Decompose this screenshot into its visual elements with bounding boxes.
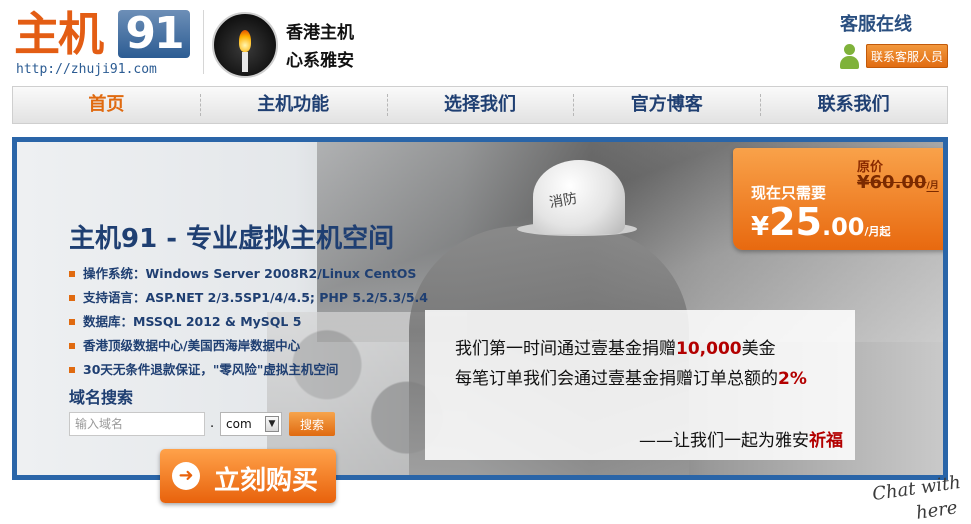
price-tag: 原价 ¥60.00/月 现在只需要 ¥25.00/月起 bbox=[733, 148, 943, 250]
donation-line1-text: 我们第一时间通过壹基金捐赠 bbox=[455, 339, 676, 359]
helmet-icon bbox=[533, 160, 625, 234]
donation-line1-suffix: 美金 bbox=[741, 339, 776, 359]
donation-signature: ——让我们一起为雅安祈福 bbox=[639, 426, 843, 451]
support-title: 客服在线 bbox=[840, 14, 912, 35]
current-price: ¥25.00/月起 bbox=[751, 200, 891, 244]
banner-title: 主机91 - 专业虚拟主机空间 bbox=[69, 224, 395, 254]
donation-amount: 10,000 bbox=[676, 339, 742, 359]
donation-signature-text: ——让我们一起为雅安 bbox=[639, 431, 809, 451]
buy-now-button[interactable]: ➜ 立刻购买 bbox=[160, 449, 336, 503]
contact-support-button[interactable]: 联系客服人员 bbox=[866, 44, 948, 68]
nav-item-features[interactable]: 主机功能 bbox=[199, 87, 387, 123]
donation-panel: 我们第一时间通过壹基金捐赠10,000美金 每笔订单我们会通过壹基金捐赠订单总额… bbox=[425, 310, 855, 460]
feature-item: 操作系统：Windows Server 2008R2/Linux CentOS bbox=[69, 264, 428, 288]
tld-select-value: com bbox=[226, 417, 252, 431]
support-person-head bbox=[844, 44, 855, 55]
logo-url: http://zhuji91.com bbox=[16, 62, 157, 77]
domain-search-input[interactable] bbox=[69, 412, 205, 436]
donation-line2: 每笔订单我们会通过壹基金捐赠订单总额的2% bbox=[455, 364, 807, 389]
arrow-right-icon: ➜ bbox=[172, 462, 200, 490]
nav-item-why-us[interactable]: 选择我们 bbox=[386, 87, 574, 123]
original-price: ¥60.00/月 bbox=[857, 172, 939, 193]
header-divider bbox=[203, 10, 204, 74]
tld-select[interactable]: com ▼ bbox=[220, 412, 282, 436]
main-nav: 首页 主机功能 选择我们 官方博客 联系我们 bbox=[12, 86, 948, 124]
donation-percent: 2% bbox=[778, 369, 807, 389]
feature-item: 香港顶级数据中心/美国西海岸数据中心 bbox=[69, 336, 428, 360]
nav-item-home[interactable]: 首页 bbox=[13, 87, 200, 123]
logo-number: 91 bbox=[118, 10, 190, 58]
current-price-currency: ¥ bbox=[751, 212, 770, 242]
support-person-icon bbox=[838, 44, 860, 70]
tagline-line2: 心系雅安 bbox=[286, 51, 354, 71]
chat-widget-line2: here bbox=[914, 497, 959, 524]
candle-stick bbox=[242, 52, 248, 72]
candle-icon bbox=[212, 12, 278, 78]
current-price-decimal: .00 bbox=[821, 213, 865, 241]
hero-banner: 消防 主机91 - 专业虚拟主机空间 操作系统：Windows Server 2… bbox=[12, 137, 948, 480]
buy-now-label: 立刻购买 bbox=[214, 466, 319, 496]
feature-item: 30天无条件退款保证，"零风险"虚拟主机空间 bbox=[69, 360, 428, 384]
support-person-body bbox=[840, 56, 859, 69]
current-price-integer: 25 bbox=[769, 200, 822, 244]
chevron-down-icon[interactable]: ▼ bbox=[265, 416, 279, 432]
donation-bless: 祈福 bbox=[809, 431, 843, 451]
domain-search-label: 域名搜索 bbox=[69, 388, 134, 407]
original-price-value: ¥60.00 bbox=[857, 172, 927, 193]
domain-search-button[interactable]: 搜索 bbox=[289, 412, 335, 436]
donation-line1: 我们第一时间通过壹基金捐赠10,000美金 bbox=[455, 334, 776, 359]
nav-item-contact[interactable]: 联系我们 bbox=[760, 87, 947, 123]
logo-text: 主机 bbox=[14, 7, 104, 61]
feature-item: 支持语言：ASP.NET 2/3.5SP1/4/4.5; PHP 5.2/5.3… bbox=[69, 288, 428, 312]
feature-list: 操作系统：Windows Server 2008R2/Linux CentOS … bbox=[69, 264, 428, 384]
domain-dot: . bbox=[210, 416, 215, 431]
feature-item: 数据库：MSSQL 2012 & MySQL 5 bbox=[69, 312, 428, 336]
nav-item-blog[interactable]: 官方博客 bbox=[573, 87, 760, 123]
current-price-unit: /月起 bbox=[864, 225, 891, 238]
tagline-line1: 香港主机 bbox=[286, 23, 354, 43]
donation-line2-text: 每笔订单我们会通过壹基金捐赠订单总额的 bbox=[455, 369, 778, 389]
original-price-unit: /月 bbox=[926, 181, 939, 191]
site-logo[interactable]: 主机 91 http://zhuji91.com bbox=[14, 6, 194, 78]
flame-icon bbox=[239, 30, 251, 52]
